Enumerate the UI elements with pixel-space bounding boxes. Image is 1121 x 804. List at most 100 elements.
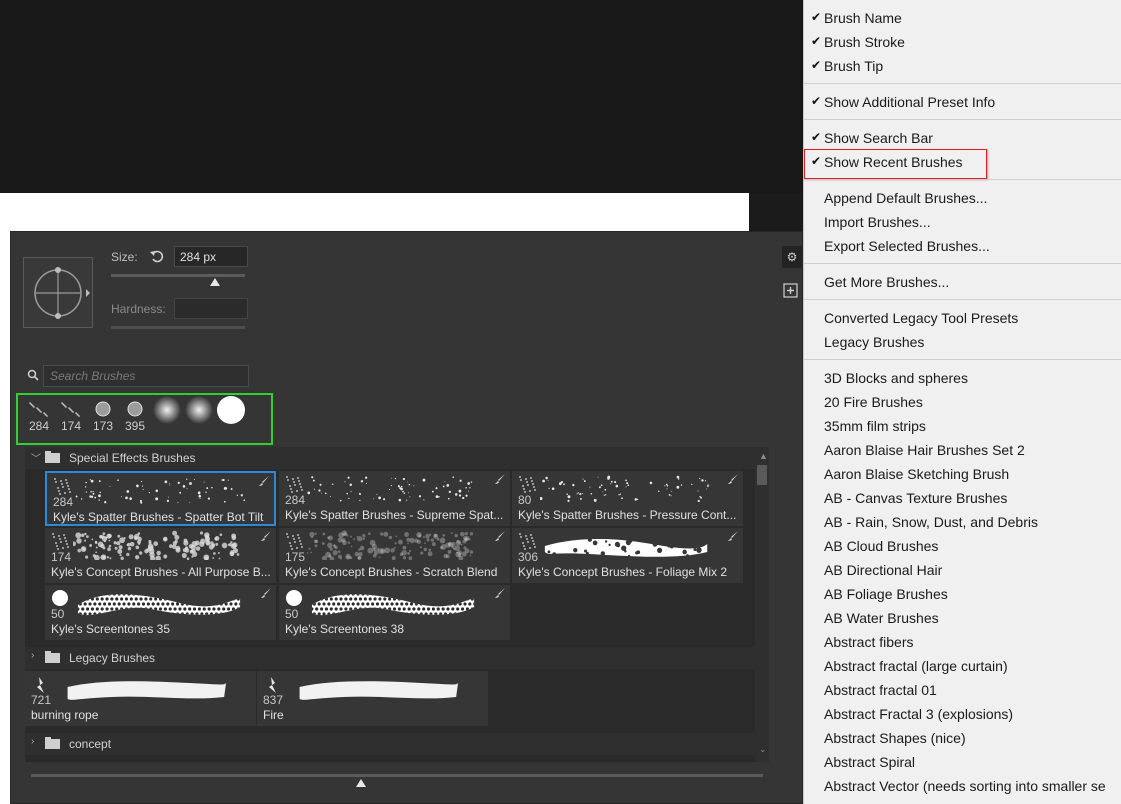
brush-tip-icon	[54, 478, 71, 495]
menu-item-label: Abstract fibers	[824, 634, 914, 650]
menu-item[interactable]: AB Cloud Brushes	[824, 538, 938, 554]
menu-item-label: Import Brushes...	[824, 214, 931, 230]
search-icon	[27, 369, 39, 381]
brush-preset-tile[interactable]: 284 Kyle's Spatter Brushes - Supreme Spat…	[279, 471, 510, 526]
brush-stroke-preview	[307, 476, 473, 502]
menu-separator	[804, 119, 1121, 120]
menu-item[interactable]: Aaron Blaise Sketching Brush	[824, 466, 1009, 482]
menu-item[interactable]: AB Water Brushes	[824, 610, 939, 626]
checkmark-icon: ✔	[811, 94, 822, 108]
recent-brush[interactable]	[216, 396, 246, 433]
new-preset-icon[interactable]	[782, 282, 800, 300]
size-slider-track[interactable]	[111, 274, 245, 277]
brush-preset-tile[interactable]: 174 Kyle's Concept Brushes - All Purpose …	[45, 528, 276, 583]
menu-item[interactable]: Aaron Blaise Hair Brushes Set 2	[824, 442, 1025, 458]
menu-item[interactable]: AB - Rain, Snow, Dust, and Debris	[824, 514, 1038, 530]
menu-item-label: 35mm film strips	[824, 418, 926, 434]
checkmark-icon: ✔	[811, 130, 822, 144]
brush-preset-tile[interactable]: 175 Kyle's Concept Brushes - Scratch Blen…	[279, 528, 510, 583]
menu-item[interactable]: 35mm film strips	[824, 418, 926, 434]
brush-thumbnail-icon	[185, 396, 213, 424]
menu-item-label: Brush Stroke	[824, 34, 905, 50]
menu-item[interactable]: 20 Fire Brushes	[824, 394, 923, 410]
menu-item[interactable]: ✔ Show Search Bar	[811, 130, 933, 146]
reset-size-icon[interactable]	[149, 248, 165, 264]
menu-item[interactable]: Export Selected Brushes...	[824, 238, 990, 254]
recent-brush[interactable]	[152, 396, 182, 433]
menu-item[interactable]: ✔ Brush Stroke	[811, 34, 905, 50]
recent-brush[interactable]: 395	[120, 399, 150, 433]
brush-group-row[interactable]: ﹀ Special Effects Brushes	[25, 447, 755, 469]
scroll-down-icon[interactable]: ⌄	[759, 744, 767, 755]
size-input[interactable]	[174, 246, 248, 267]
menu-item-label: Show Recent Brushes	[824, 154, 963, 170]
preview-size-slider-track[interactable]	[31, 774, 763, 777]
menu-item-label: Show Search Bar	[824, 130, 933, 146]
brush-preset-tile[interactable]: 284 Kyle's Spatter Brushes - Spatter Bot …	[45, 471, 276, 526]
menu-item[interactable]: ✔ Show Recent Brushes	[811, 154, 963, 170]
brush-tool-icon	[261, 531, 271, 541]
brush-list-scrollbar[interactable]	[755, 447, 769, 762]
recent-brush[interactable]: 174	[56, 399, 86, 433]
menu-item[interactable]: Abstract Spiral	[824, 754, 915, 770]
menu-item[interactable]: 3D Blocks and spheres	[824, 370, 968, 386]
menu-item[interactable]: Get More Brushes...	[824, 274, 949, 290]
brush-preset-tile[interactable]: 721 burning rope	[25, 671, 256, 726]
brush-name: Kyle's Concept Brushes - All Purpose B..…	[51, 565, 271, 579]
brush-tip-icon	[519, 476, 536, 493]
search-brushes-input[interactable]	[43, 365, 249, 387]
brush-size-number: 284	[53, 495, 74, 509]
menu-item[interactable]: Abstract Vector (needs sorting into smal…	[824, 778, 1106, 794]
recent-brush[interactable]: 284	[24, 399, 54, 433]
menu-item[interactable]: Abstract fractal 01	[824, 682, 937, 698]
menu-item[interactable]: Legacy Brushes	[824, 334, 924, 350]
menu-item[interactable]: ✔ Show Additional Preset Info	[811, 94, 996, 110]
menu-item[interactable]: Abstract Fractal 3 (explosions)	[824, 706, 1013, 722]
menu-item[interactable]: AB Directional Hair	[824, 562, 942, 578]
recent-brush[interactable]	[184, 396, 214, 433]
brush-stroke-preview	[307, 530, 474, 560]
menu-item[interactable]: Converted Legacy Tool Presets	[824, 310, 1018, 326]
brush-group-name: Legacy Brushes	[69, 651, 156, 665]
chevron-right-icon[interactable]: ›	[31, 736, 34, 747]
menu-item[interactable]: Abstract Shapes (nice)	[824, 730, 966, 746]
menu-item-label: Get More Brushes...	[824, 274, 950, 290]
brush-tip-preview[interactable]	[23, 257, 93, 328]
menu-item[interactable]: ✔ Brush Name	[811, 10, 902, 26]
menu-item-label: Legacy Brushes	[824, 334, 925, 350]
menu-item[interactable]: AB - Canvas Texture Brushes	[824, 490, 1007, 506]
brush-preset-tile[interactable]: 306 Kyle's Concept Brushes - Foliage Mix …	[512, 528, 743, 583]
brush-group-row[interactable]: › Legacy Brushes	[25, 647, 755, 669]
brush-preset-tile[interactable]: 50 Kyle's Screentones 35	[45, 585, 276, 640]
brush-size-number: 284	[285, 493, 306, 507]
brush-preset-tile[interactable]: 80 Kyle's Spatter Brushes - Pressure Cont…	[512, 471, 743, 526]
document-canvas	[0, 193, 749, 233]
brush-thumbnail-icon	[61, 402, 80, 417]
size-slider-thumb[interactable]	[210, 278, 220, 286]
menu-item[interactable]: Append Default Brushes...	[824, 190, 987, 206]
brush-size-number: 306	[518, 550, 539, 564]
brush-preset-tile[interactable]: 50 Kyle's Screentones 38	[279, 585, 510, 640]
menu-item-label: Converted Legacy Tool Presets	[824, 310, 1019, 326]
preview-size-slider-thumb[interactable]	[356, 779, 366, 787]
menu-item-label: Show Additional Preset Info	[824, 94, 996, 110]
menu-item[interactable]: Abstract fibers	[824, 634, 913, 650]
brush-size-number: 837	[263, 693, 284, 707]
menu-item[interactable]: AB Foliage Brushes	[824, 586, 948, 602]
menu-item[interactable]: ✔ Brush Tip	[811, 58, 883, 74]
menu-item[interactable]: Import Brushes...	[824, 214, 931, 230]
recent-brush[interactable]: 173	[88, 399, 118, 433]
brush-thumbnail-icon	[29, 402, 48, 417]
brush-preset-tile[interactable]: 837 Fire	[257, 671, 488, 726]
chevron-down-icon[interactable]: ﹀	[31, 450, 41, 465]
scroll-up-icon[interactable]: ▲	[759, 451, 768, 461]
gear-icon[interactable]: ⚙	[782, 246, 802, 268]
menu-item[interactable]: Abstract fractal (large curtain)	[824, 658, 1008, 674]
scrollbar-thumb[interactable]	[757, 465, 767, 485]
menu-item-label: Append Default Brushes...	[824, 190, 988, 206]
folder-icon	[45, 451, 60, 463]
hardness-label: Hardness:	[111, 302, 166, 316]
brush-size-number: 80	[518, 493, 532, 507]
brush-group-row[interactable]: › concept	[25, 733, 755, 755]
chevron-right-icon[interactable]: ›	[31, 650, 34, 661]
